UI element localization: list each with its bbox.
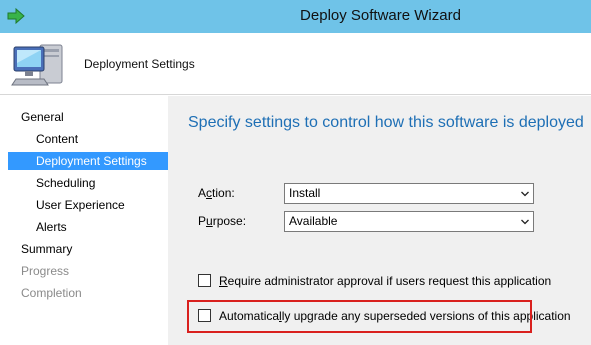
nav-item-scheduling[interactable]: Scheduling (36, 174, 95, 192)
nav-item-completion: Completion (21, 286, 82, 300)
purpose-label: Purpose: (198, 214, 247, 228)
page-heading: Specify settings to control how this sof… (188, 114, 584, 131)
purpose-select[interactable]: Available (284, 211, 534, 232)
chevron-down-icon (521, 219, 529, 225)
require-approval-checkbox[interactable]: Require administrator approval if users … (198, 274, 551, 290)
window-title: Deploy Software Wizard (300, 7, 461, 24)
nav-item-progress: Progress (21, 264, 70, 278)
header-title: Deployment Settings (84, 57, 195, 71)
highlight-annotation (187, 300, 532, 333)
wizard-header: Deployment Settings (0, 33, 591, 95)
action-label: Action: (198, 186, 235, 200)
action-select-value: Install (289, 186, 321, 200)
wizard-nav: General Content Deployment Settings Sche… (0, 96, 168, 345)
nav-item-content[interactable]: Content (36, 130, 78, 148)
computer-icon (11, 44, 63, 86)
purpose-select-value: Available (289, 214, 338, 228)
nav-item-deployment-settings[interactable]: Deployment Settings (8, 152, 168, 170)
action-select[interactable]: Install (284, 183, 534, 204)
nav-item-general[interactable]: General (21, 108, 64, 126)
chevron-down-icon (521, 191, 529, 197)
nav-item-summary[interactable]: Summary (21, 240, 72, 258)
nav-item-alerts[interactable]: Alerts (36, 218, 67, 236)
checkbox-box[interactable] (198, 274, 211, 287)
nav-item-user-experience[interactable]: User Experience (36, 196, 125, 214)
title-bar: Deploy Software Wizard (0, 0, 591, 33)
